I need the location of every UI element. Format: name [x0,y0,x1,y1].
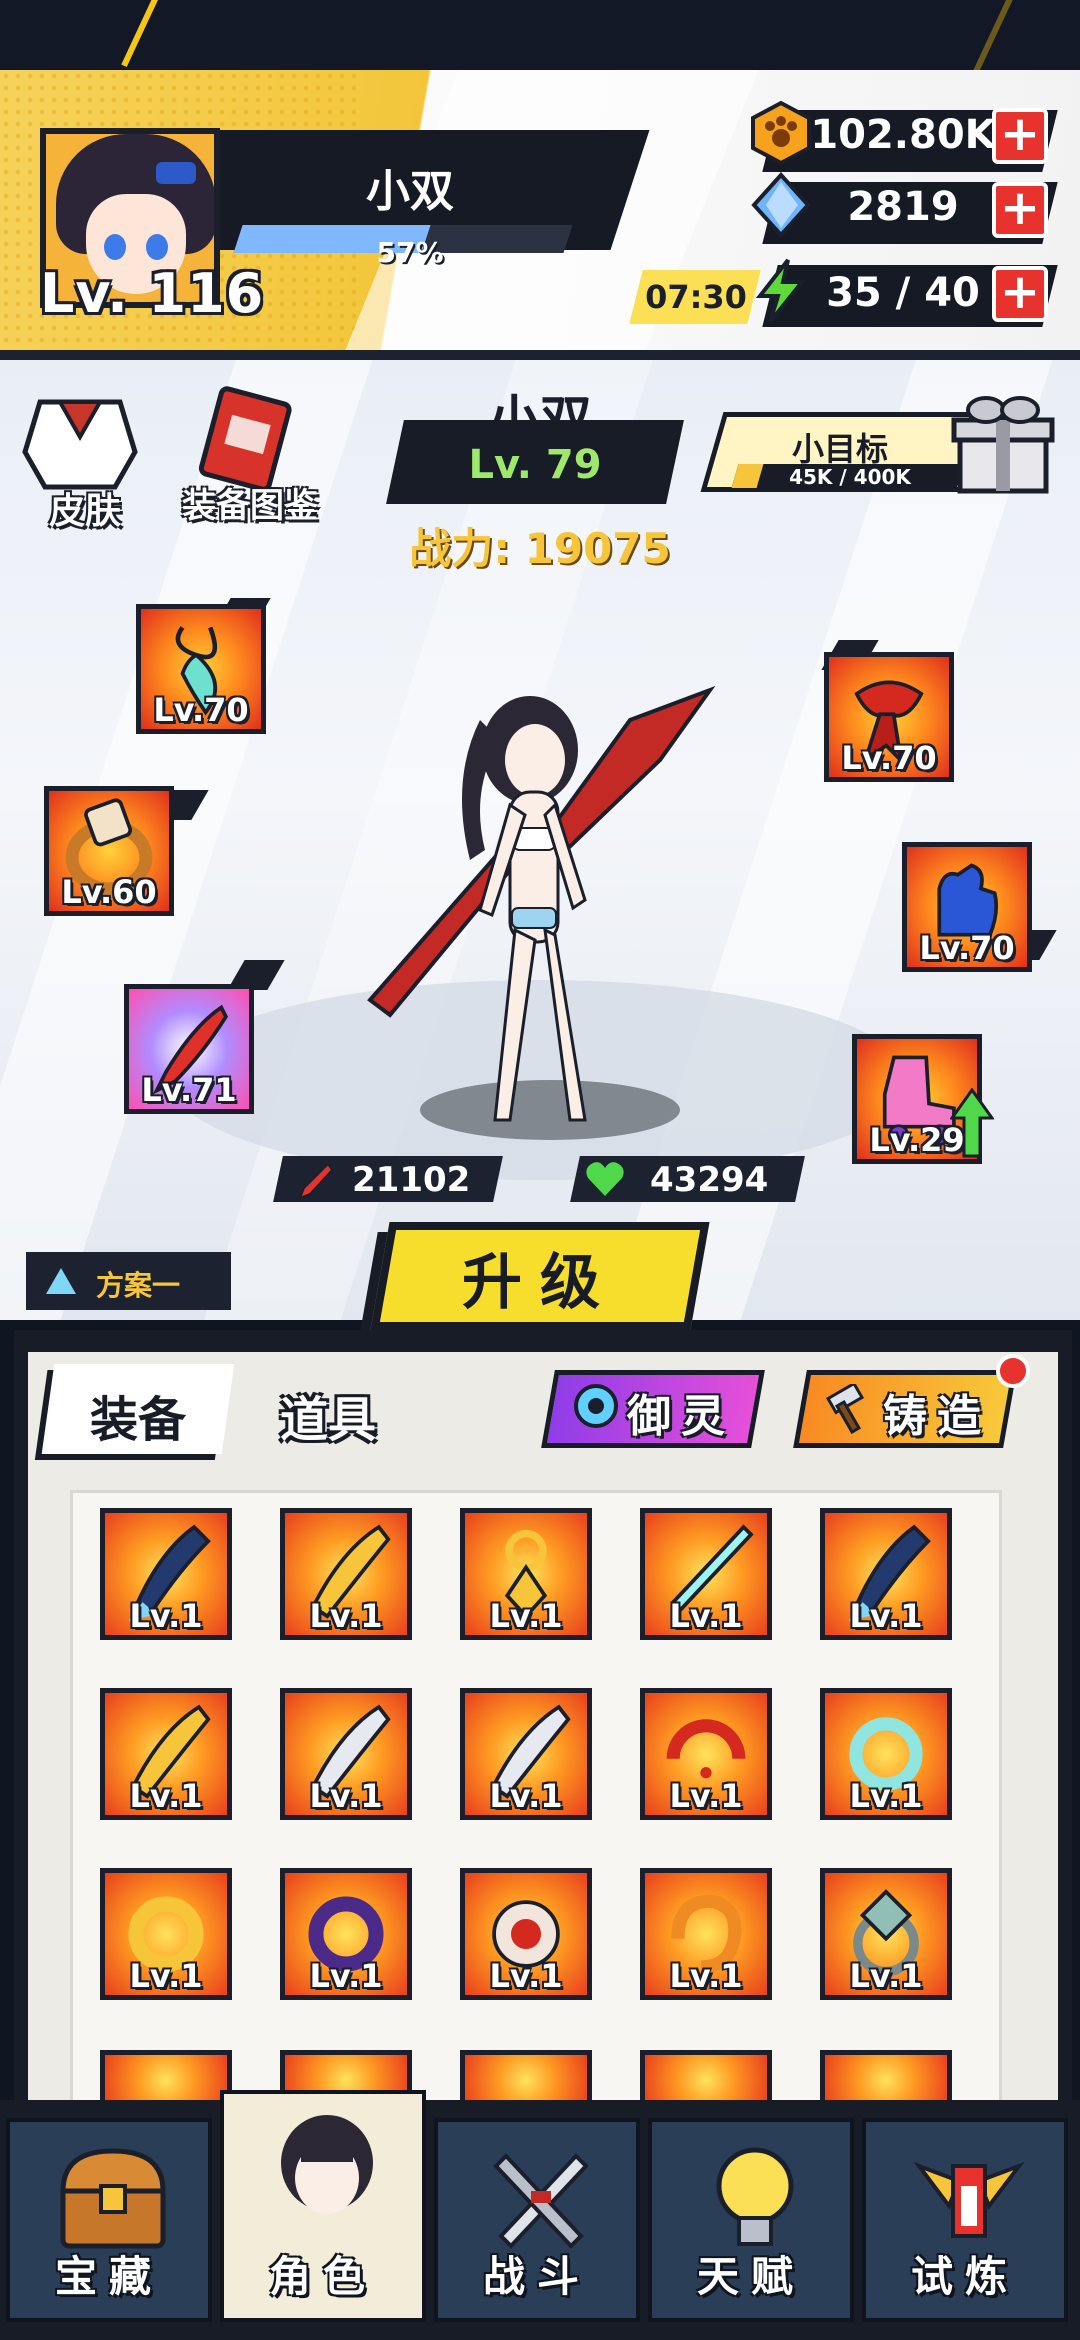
slot-level: Lv.70 [153,691,249,729]
item-level: Lv.1 [489,1777,563,1815]
forge-label: 铸造 [883,1391,991,1442]
inventory-item[interactable]: Lv.1 [460,1688,592,1820]
crossed-blades-icon [493,2153,589,2249]
item-level: Lv.1 [489,1957,563,1995]
item-level: Lv.1 [129,1777,203,1815]
upgrade-label: 升级 [462,1248,618,1318]
inventory-item[interactable]: Lv.1 [100,1868,232,2000]
inventory-item[interactable]: Lv.1 [100,1508,232,1640]
inventory-item[interactable]: Lv.1 [280,1508,412,1640]
diamond-icon [751,172,811,238]
exp-percent: 57% [376,236,444,269]
item-level: Lv.1 [129,1597,203,1635]
inventory-item[interactable]: Lv.1 [280,1868,412,2000]
hammer-icon [825,1384,865,1434]
item-level: Lv.1 [669,1597,743,1635]
gem-amount: 2819 [847,184,959,230]
equip-slot-gloves[interactable]: Lv.70 [902,842,1032,972]
slot-level: Lv.71 [141,1071,237,1109]
inventory-item[interactable]: Lv.1 [280,1688,412,1820]
player-name: 小双 [366,166,454,217]
item-level: Lv.1 [129,1957,203,1995]
triangle-up-icon [46,1268,76,1294]
nav-label-treasure: 宝藏 [54,2252,163,2301]
inventory-item[interactable]: Lv.1 [460,1508,592,1640]
tab-equipment-label: 装备 [89,1392,186,1448]
treasure-chest-icon [60,2148,166,2249]
inventory-item[interactable]: Lv.1 [460,1868,592,2000]
codex-label: 装备图鉴 [182,486,318,526]
upgrade-arrow-icon [950,1088,994,1158]
heart-icon [586,1162,624,1196]
equip-slot-ring[interactable]: Lv.60 [44,786,174,916]
character-portrait-icon [281,2115,373,2214]
status-strip [0,0,1080,80]
nav-label-character: 角色 [268,2252,377,2301]
tab-items[interactable]: 道具 [258,1380,398,1450]
spirit-label: 御灵 [627,1391,735,1442]
trophy-wings-icon [913,2161,1025,2238]
item-level: Lv.1 [669,1957,743,1995]
goal-progress-text: 45K / 400K [789,465,911,489]
equip-slot-scarf[interactable]: Lv.70 [824,652,954,782]
hero-character [367,685,716,1122]
inventory-item[interactable]: Lv.1 [820,1868,952,2000]
item-level: Lv.1 [309,1957,383,1995]
plan-label: 方案一 [96,1269,181,1302]
slot-level: Lv.70 [919,929,1015,967]
lightbulb-icon [716,2147,794,2246]
notification-dot [996,1354,1030,1388]
skin-label: 皮肤 [48,491,121,532]
nav-label-talent: 天赋 [696,2252,805,2301]
nav-tab-treasure[interactable]: 宝藏 [6,2118,212,2322]
energy-timer: 07:30 [645,278,747,316]
add-energy-button[interactable]: + [992,266,1048,322]
item-level: Lv.1 [489,1597,563,1635]
add-gems-button[interactable]: + [992,182,1048,238]
skin-icon[interactable] [20,392,140,492]
combat-power: 战力: 19075 [409,524,671,573]
item-level: Lv.1 [669,1777,743,1815]
health-value: 43294 [650,1160,769,1200]
energy-amount: 35 / 40 [826,270,980,316]
inventory-item[interactable]: Lv.1 [640,1868,772,2000]
item-level: Lv.1 [309,1777,383,1815]
inventory-item[interactable]: Lv.1 [820,1508,952,1640]
add-gold-button[interactable]: + [992,108,1048,164]
inventory-item[interactable]: Lv.1 [640,1688,772,1820]
sword-icon [298,1162,334,1200]
player-level: Lv. 116 [40,262,265,325]
inventory-item[interactable]: Lv.1 [820,1688,952,1820]
item-level: Lv.1 [849,1957,923,1995]
nav-tab-character[interactable]: 角色 [220,2090,426,2322]
equip-slot-pendant[interactable]: Lv.70 [136,604,266,734]
lightning-icon [755,258,807,324]
inventory-item[interactable]: Lv.1 [100,1688,232,1820]
attack-value: 21102 [352,1160,471,1200]
gift-box-icon[interactable] [948,388,1058,498]
item-level: Lv.1 [849,1777,923,1815]
item-level: Lv.1 [309,1597,383,1635]
nav-label-trial: 试炼 [910,2252,1019,2301]
nav-label-battle: 战斗 [482,2252,591,2301]
goal-progress-fill [731,464,764,488]
spirit-orb-icon [574,1384,618,1428]
hero-level: Lv. 79 [468,442,602,488]
paw-coin-icon [751,100,811,166]
equip-slot-blade[interactable]: Lv.71 [124,984,254,1114]
inventory-item[interactable]: Lv.1 [640,1508,772,1640]
nav-tab-trial[interactable]: 试炼 [862,2118,1068,2322]
nav-tab-talent[interactable]: 天赋 [648,2118,854,2322]
item-level: Lv.1 [849,1597,923,1635]
gold-amount: 102.80K [810,112,996,158]
slot-level: Lv.60 [61,873,157,911]
nav-tab-battle[interactable]: 战斗 [434,2118,640,2322]
slot-level: Lv.70 [841,739,937,777]
